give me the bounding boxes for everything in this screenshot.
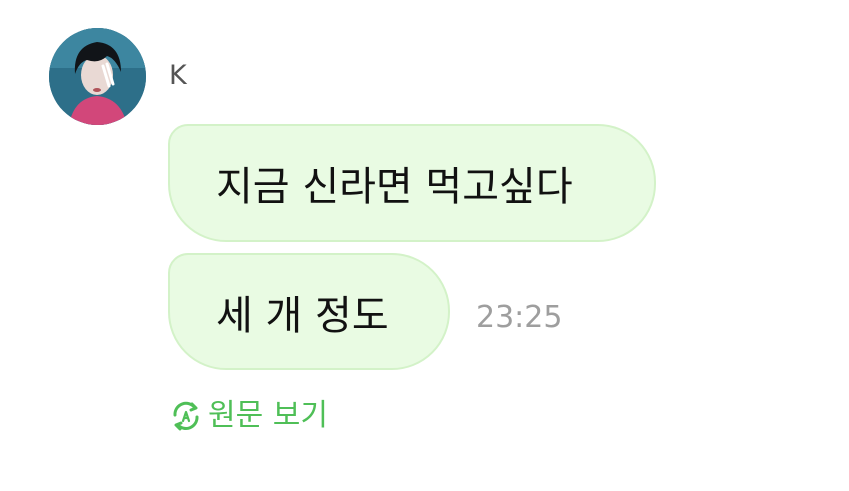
sender-name: K bbox=[169, 60, 187, 91]
message-text: 지금 신라면 먹고싶다 bbox=[216, 164, 573, 210]
view-original-link[interactable]: 원문 보기 bbox=[168, 396, 328, 436]
view-original-label: 원문 보기 bbox=[208, 398, 328, 433]
message-timestamp: 23:25 bbox=[476, 300, 563, 335]
message-bubble[interactable]: 지금 신라면 먹고싶다 bbox=[168, 124, 656, 242]
avatar-photo bbox=[49, 28, 146, 125]
translate-refresh-icon bbox=[173, 401, 199, 431]
message-text: 세 개 정도 bbox=[216, 292, 389, 339]
message-bubble[interactable]: 세 개 정도 bbox=[168, 253, 450, 370]
avatar[interactable] bbox=[49, 28, 146, 125]
